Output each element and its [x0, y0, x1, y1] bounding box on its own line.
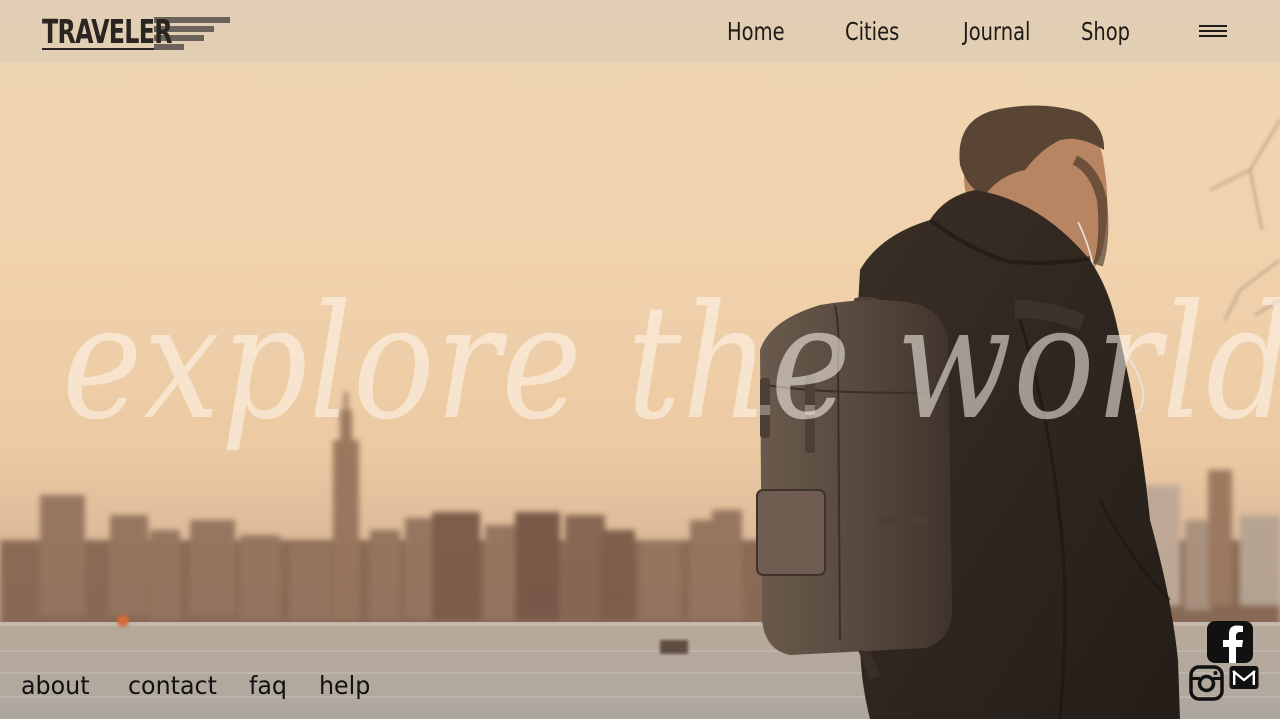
hamburger-menu-icon[interactable]: [1198, 23, 1228, 43]
footer-about-link[interactable]: about: [21, 668, 90, 704]
hero-headline: explore the world: [62, 271, 1280, 455]
brand-logo[interactable]: TRAVELER: [42, 10, 242, 54]
instagram-icon[interactable]: [1189, 665, 1224, 701]
footer-contact-link[interactable]: contact: [128, 668, 217, 704]
nav-cities[interactable]: Cities: [845, 14, 899, 50]
footer-faq-link[interactable]: faq: [249, 668, 287, 704]
footer-help-link[interactable]: help: [319, 668, 370, 704]
nav-shop[interactable]: Shop: [1081, 14, 1130, 50]
brand-name: TRAVELER: [42, 12, 173, 51]
mail-icon[interactable]: [1228, 664, 1260, 692]
facebook-icon[interactable]: [1206, 620, 1254, 664]
menu-line: [1199, 30, 1227, 33]
menu-line: [1199, 35, 1227, 38]
nav-journal[interactable]: Journal: [963, 14, 1030, 50]
menu-line: [1199, 25, 1227, 28]
top-navigation-bar: TRAVELER Home Cities Journal Shop: [0, 0, 1280, 63]
nav-home[interactable]: Home: [727, 14, 785, 50]
